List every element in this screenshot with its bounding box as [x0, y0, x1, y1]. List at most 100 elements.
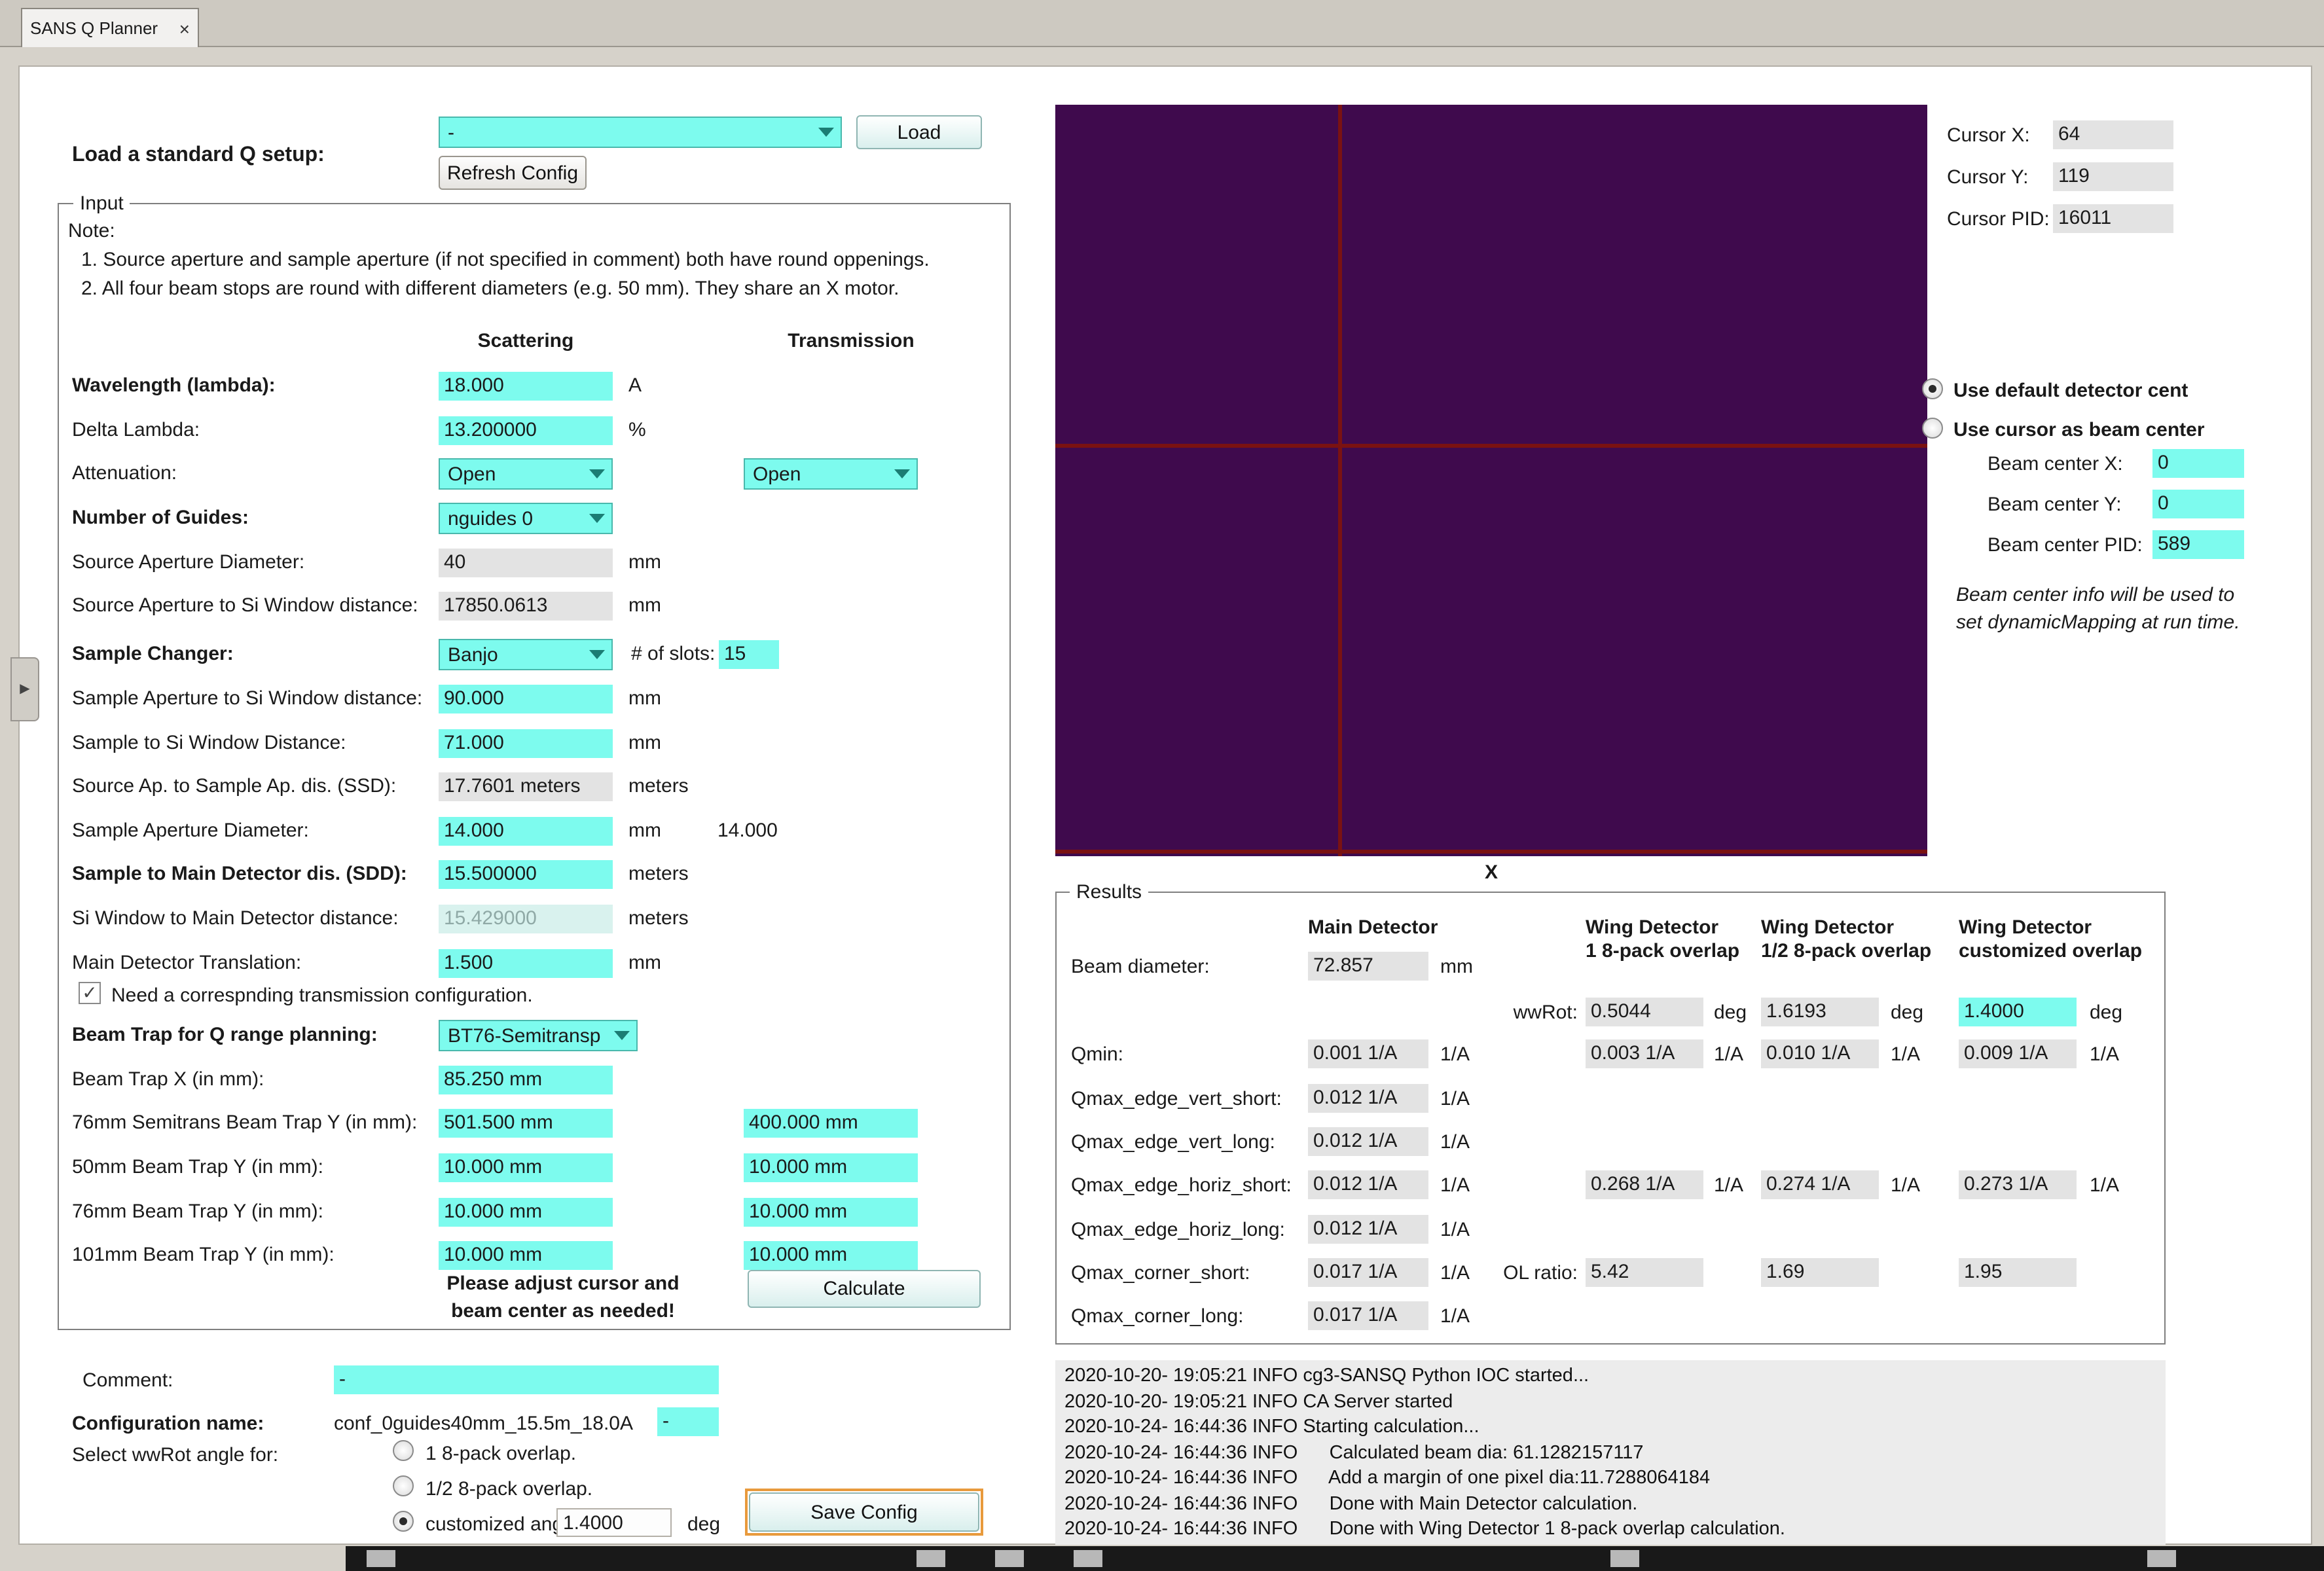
configuration-name-suffix-input[interactable]: -	[657, 1407, 719, 1436]
attenuation-select[interactable]: Open	[439, 458, 613, 490]
trap-101-input[interactable]: 10.000 mm	[439, 1241, 613, 1270]
sample-ap-si-window-label: Sample Aperture to Si Window distance:	[72, 687, 423, 710]
delta-lambda-input[interactable]: 13.200000	[439, 416, 613, 445]
radio-use-cursor-center[interactable]	[1922, 418, 1943, 439]
sample-aperture-diameter-input[interactable]: 14.000	[439, 817, 613, 846]
save-config-button[interactable]: Save Config	[749, 1492, 979, 1532]
qmin-main-unit: 1/A	[1440, 1043, 1470, 1066]
comment-input[interactable]: -	[334, 1365, 719, 1394]
qmax-edge-vert-short-label: Qmax_edge_vert_short:	[1071, 1088, 1282, 1110]
wwrot-custom-input[interactable]: 1.4000	[1959, 998, 2077, 1026]
trap-76-semitrans-label: 76mm Semitrans Beam Trap Y (in mm):	[72, 1111, 418, 1134]
beam-trap-select[interactable]: BT76-Semitransp	[439, 1020, 638, 1051]
header-main-detector: Main Detector	[1308, 916, 1438, 939]
load-button[interactable]: Load	[856, 115, 982, 149]
wwrot-wing2-unit: deg	[1891, 1002, 1924, 1024]
adjust-note-line-1: Please adjust cursor and	[446, 1273, 680, 1295]
qmin-main-value: 0.001 1/A	[1308, 1039, 1428, 1068]
qmax-edge-horiz-short-wing1: 0.268 1/A	[1586, 1170, 1703, 1199]
detector-image[interactable]	[1055, 105, 1927, 856]
wwrot-custom-unit: deg	[2090, 1002, 2123, 1024]
wavelength-input[interactable]: 18.000	[439, 372, 613, 401]
transmission-config-checkbox-label[interactable]: Need a correspnding transmission configu…	[111, 984, 533, 1007]
attenuation-transmission-value: Open	[753, 463, 801, 485]
beam-trap-label: Beam Trap for Q range planning:	[72, 1024, 378, 1046]
log-line: 2020-10-24- 16:44:36 INFO Calculated bea…	[1064, 1442, 1644, 1463]
radio-half-8pack-label[interactable]: 1/2 8-pack overlap.	[426, 1478, 592, 1500]
radio-use-default-center[interactable]	[1922, 378, 1943, 399]
log-console[interactable]: 2020-10-20- 19:05:21 INFO cg3-SANSQ Pyth…	[1055, 1360, 2166, 1545]
si-window-main-det-label: Si Window to Main Detector distance:	[72, 907, 399, 930]
qmax-corner-short-unit: 1/A	[1440, 1262, 1470, 1284]
tab-close-icon[interactable]: ×	[179, 18, 190, 39]
trap-101-label: 101mm Beam Trap Y (in mm):	[72, 1244, 335, 1266]
trap-76-trans-input[interactable]: 10.000 mm	[744, 1198, 918, 1227]
chevron-down-icon	[589, 469, 605, 479]
radio-customized-angle[interactable]	[393, 1511, 414, 1532]
guides-select[interactable]: nguides 0	[439, 503, 613, 534]
trap-76-semitrans-trans-input[interactable]: 400.000 mm	[744, 1109, 918, 1138]
note-title: Note:	[68, 220, 115, 242]
taskbar-item[interactable]	[995, 1550, 1024, 1567]
taskbar	[346, 1546, 2324, 1571]
taskbar-item[interactable]	[1074, 1550, 1102, 1567]
taskbar-item[interactable]	[367, 1550, 395, 1567]
trap-50-label: 50mm Beam Trap Y (in mm):	[72, 1156, 323, 1178]
qmax-edge-horiz-short-wing2: 0.274 1/A	[1761, 1170, 1879, 1199]
qmax-edge-horiz-short-wing1-unit: 1/A	[1714, 1174, 1744, 1197]
main-det-translation-input[interactable]: 1.500	[439, 949, 613, 978]
beam-diameter-value: 72.857	[1308, 952, 1428, 981]
custom-angle-unit: deg	[687, 1513, 721, 1536]
cursor-x-value: 64	[2053, 120, 2173, 149]
beam-center-x-label: Beam center X:	[1988, 453, 2123, 475]
custom-angle-input[interactable]: 1.4000	[556, 1508, 672, 1537]
tab-sans-q-planner[interactable]: SANS Q Planner ×	[21, 8, 199, 47]
sample-si-window-input[interactable]: 71.000	[439, 729, 613, 758]
tab-bar: SANS Q Planner ×	[0, 0, 2324, 47]
configuration-name-value: conf_0guides40mm_15.5m_18.0A	[334, 1413, 633, 1435]
sample-ap-si-window-input[interactable]: 90.000	[439, 685, 613, 713]
radio-1-8pack-label[interactable]: 1 8-pack overlap.	[426, 1443, 576, 1465]
ssd-unit: meters	[628, 775, 689, 797]
radio-use-default-center-label[interactable]: Use default detector cent	[1953, 380, 2188, 402]
qmax-edge-horiz-short-wing3: 0.273 1/A	[1959, 1170, 2077, 1199]
qmax-corner-long-value: 0.017 1/A	[1308, 1301, 1428, 1330]
taskbar-item[interactable]	[1610, 1550, 1639, 1567]
trap-76-input[interactable]: 10.000 mm	[439, 1198, 613, 1227]
chevron-down-icon	[818, 128, 834, 137]
trap-101-trans-input[interactable]: 10.000 mm	[744, 1241, 918, 1270]
radio-1-8pack[interactable]	[393, 1440, 414, 1461]
sample-changer-select[interactable]: Banjo	[439, 639, 613, 670]
slots-input[interactable]: 15	[719, 640, 779, 669]
sidebar-collapse-handle[interactable]: ▶	[10, 657, 39, 721]
trap-76-label: 76mm Beam Trap Y (in mm):	[72, 1201, 323, 1223]
taskbar-item[interactable]	[2147, 1550, 2176, 1567]
transmission-config-checkbox[interactable]	[79, 982, 101, 1004]
sdd-input[interactable]: 15.500000	[439, 860, 613, 889]
trap-76-semitrans-input[interactable]: 501.500 mm	[439, 1109, 613, 1138]
beam-center-y-input[interactable]: 0	[2152, 490, 2244, 518]
radio-use-cursor-center-label[interactable]: Use cursor as beam center	[1953, 419, 2205, 441]
calculate-button[interactable]: Calculate	[748, 1270, 981, 1308]
source-aperture-diameter-value: 40	[439, 549, 613, 577]
chevron-right-icon: ▶	[20, 682, 30, 696]
sample-changer-value: Banjo	[448, 643, 498, 666]
qmax-edge-horiz-long-label: Qmax_edge_horiz_long:	[1071, 1219, 1285, 1241]
wavelength-unit: A	[628, 374, 642, 397]
refresh-config-button[interactable]: Refresh Config	[439, 156, 587, 190]
radio-half-8pack[interactable]	[393, 1475, 414, 1496]
ssd-value: 17.7601 meters	[439, 772, 613, 801]
beam-center-pid-input[interactable]: 589	[2152, 530, 2244, 559]
beam-trap-x-input[interactable]: 85.250 mm	[439, 1066, 613, 1094]
scattering-header: Scattering	[477, 330, 574, 352]
qmin-wing2-value: 0.010 1/A	[1761, 1039, 1879, 1068]
beam-center-x-input[interactable]: 0	[2152, 449, 2244, 478]
trap-50-trans-input[interactable]: 10.000 mm	[744, 1153, 918, 1182]
log-line: 2020-10-20- 19:05:21 INFO cg3-SANSQ Pyth…	[1064, 1365, 1589, 1386]
crosshair-vertical-line	[1338, 105, 1342, 856]
standard-setup-select[interactable]: -	[439, 117, 842, 148]
attenuation-transmission-select[interactable]: Open	[744, 458, 918, 490]
taskbar-item[interactable]	[917, 1550, 945, 1567]
trap-50-input[interactable]: 10.000 mm	[439, 1153, 613, 1182]
sample-ap-si-window-unit: mm	[628, 687, 661, 710]
